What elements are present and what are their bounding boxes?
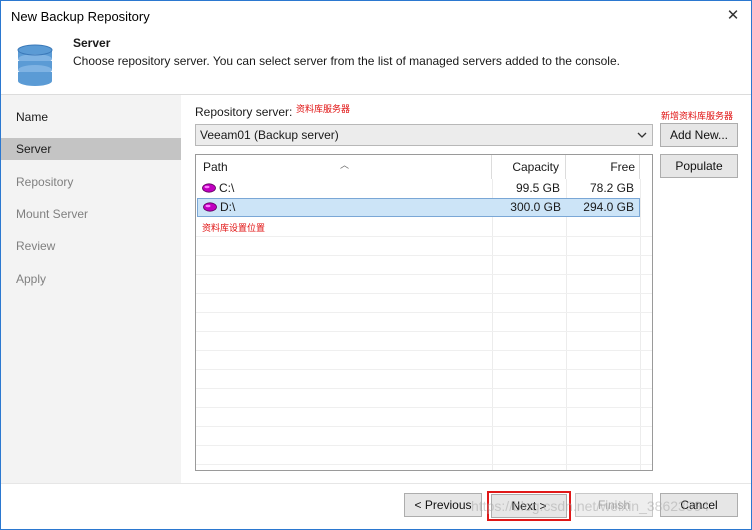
window-title: New Backup Repository [11, 9, 150, 24]
step-title: Server [73, 36, 111, 50]
chevron-down-icon [637, 132, 647, 138]
sidebar-item-label: Apply [16, 272, 47, 286]
column-header-path[interactable]: Path ︿ [196, 155, 492, 179]
grid-line [196, 369, 652, 370]
path-cell: D:\ [220, 200, 236, 214]
sidebar-item-server[interactable]: Server [1, 138, 181, 160]
sidebar-item-label: Name [16, 110, 49, 124]
sidebar-item-name[interactable]: Name [1, 106, 181, 128]
add-new-annotation: 新增资料库服务器 [661, 111, 734, 121]
grid-line [196, 236, 652, 237]
sidebar-item-label: Server [16, 142, 52, 156]
close-icon: ✕ [726, 7, 740, 24]
sidebar-item-review[interactable]: Review [1, 235, 181, 257]
column-divider [640, 179, 641, 470]
grid-line [196, 388, 652, 389]
disk-icon [202, 183, 216, 193]
watermark-text: https://blog.csdn.net/weixin_38623994 [471, 498, 710, 514]
table-annotation: 资料库设置位置 [202, 223, 266, 233]
title-bar: New Backup Repository ✕ [1, 1, 751, 33]
column-header-free[interactable]: Free [566, 155, 640, 179]
sort-ascending-icon: ︿ [340, 160, 350, 170]
populate-button[interactable]: Populate [660, 154, 738, 178]
free-cell: 78.2 GB [589, 181, 634, 195]
grid-line [196, 445, 652, 446]
sidebar-item-apply[interactable]: Apply [1, 268, 181, 290]
sidebar-item-repository[interactable]: Repository [1, 171, 181, 193]
wizard-steps-sidebar: Name Server Repository Mount Server Revi… [1, 95, 181, 483]
sidebar-item-label: Repository [16, 175, 74, 189]
wizard-header: Server Choose repository server. You can… [1, 33, 751, 95]
repository-server-select[interactable]: Veeam01 (Backup server) [195, 124, 653, 146]
grid-line [196, 426, 652, 427]
capacity-cell: 99.5 GB [515, 181, 560, 195]
sidebar-item-label: Review [16, 239, 56, 253]
column-header-label: Free [610, 160, 635, 174]
dialog-window: New Backup Repository ✕ Server Choose re… [0, 0, 752, 530]
add-new-button[interactable]: Add New... [660, 123, 738, 147]
path-cell: C:\ [219, 181, 235, 195]
grid-line [196, 312, 652, 313]
sidebar-item-label: Mount Server [16, 207, 89, 221]
column-header-label: Capacity [512, 160, 559, 174]
grid-line [196, 350, 652, 351]
column-header-capacity[interactable]: Capacity [492, 155, 566, 179]
close-button[interactable]: ✕ [721, 5, 745, 27]
disk-icon [203, 202, 217, 212]
free-cell: 294.0 GB [583, 200, 634, 214]
column-header-label: Path [203, 160, 228, 174]
previous-label: < Previous [414, 498, 472, 512]
grid-line [196, 464, 652, 465]
step-description: Choose repository server. You can select… [73, 54, 620, 68]
repository-server-value: Veeam01 (Backup server) [200, 128, 339, 142]
sidebar-item-mount-server[interactable]: Mount Server [1, 203, 181, 225]
column-divider [492, 179, 493, 470]
column-divider [566, 179, 567, 470]
grid-line [196, 407, 652, 408]
footer-divider [1, 483, 751, 484]
populate-label: Populate [675, 159, 723, 173]
grid-line [196, 274, 652, 275]
database-icon [17, 44, 53, 86]
add-new-label: Add New... [669, 128, 729, 142]
table-row[interactable]: D:\ 300.0 GB 294.0 GB [197, 198, 640, 217]
repository-server-label: Repository server: [195, 105, 293, 119]
disk-table: Path ︿ Capacity Free C:\ 99.5 GB 78.2 GB… [195, 154, 653, 471]
grid-line [196, 293, 652, 294]
grid-line [196, 331, 652, 332]
capacity-cell: 300.0 GB [510, 200, 561, 214]
grid-line [196, 255, 652, 256]
table-row[interactable]: C:\ 99.5 GB 78.2 GB [196, 179, 652, 198]
repository-server-annotation: 资料库服务器 [296, 104, 351, 114]
